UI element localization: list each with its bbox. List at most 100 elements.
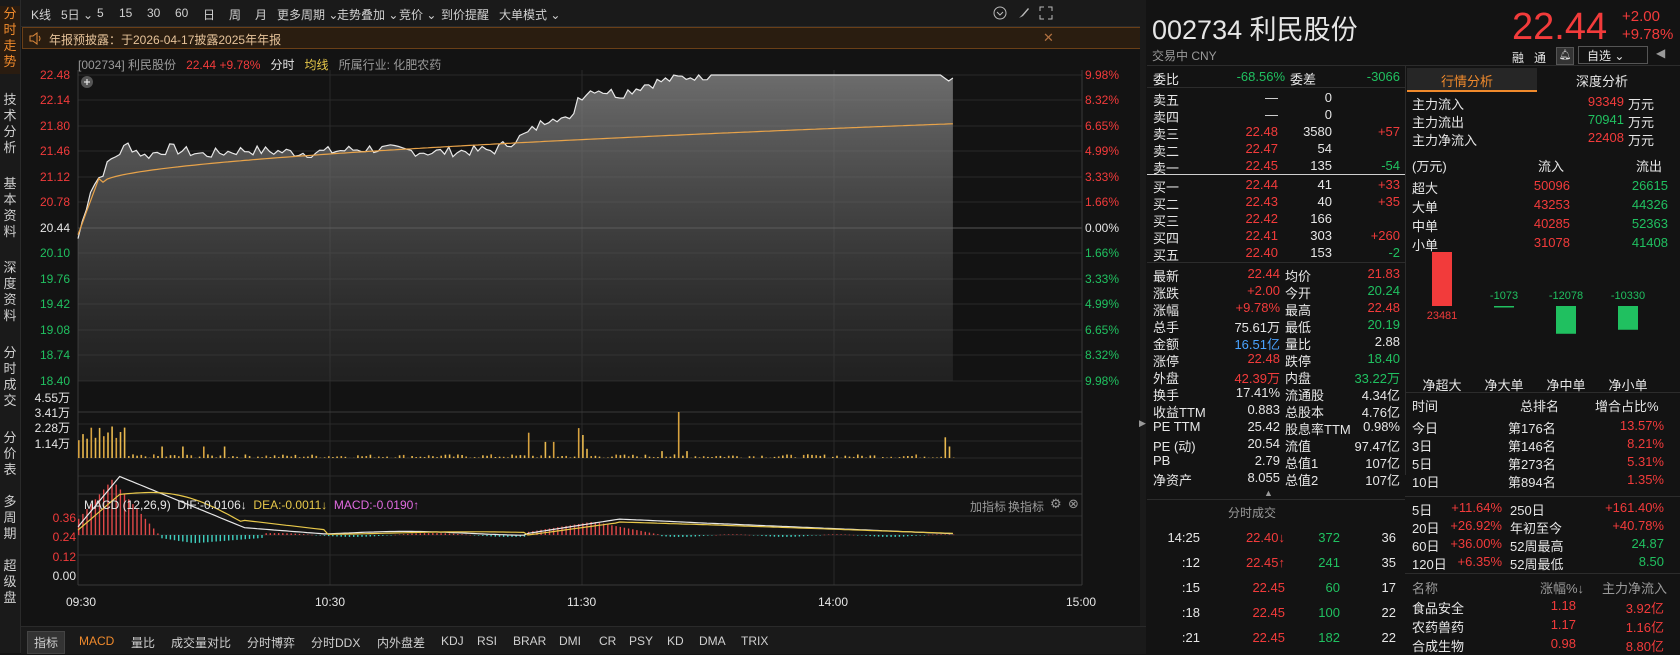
indicator-macd[interactable]: MACD <box>79 634 114 648</box>
tab-label: 行情分析 <box>1441 71 1493 90</box>
macd-bar <box>607 524 608 535</box>
time-tick: 14:00 <box>818 595 848 609</box>
volume-bar <box>386 457 388 458</box>
macd-bar <box>449 534 450 536</box>
volume-bar <box>849 457 851 458</box>
indicator-ddx[interactable]: 分时DDX <box>311 634 360 651</box>
volume-bar <box>261 457 263 458</box>
ob-price: 22.43 <box>1220 194 1278 209</box>
ob-change: +260 <box>1340 228 1400 243</box>
macd-bar <box>778 535 779 537</box>
macd-bar <box>136 509 137 535</box>
collapse-arrow-icon[interactable]: ▶ <box>1139 418 1146 429</box>
macd-tick: 0.12 <box>24 550 76 564</box>
volume-bar <box>924 457 926 458</box>
indicator-cr[interactable]: CR <box>599 634 616 648</box>
macd-bar <box>465 535 466 536</box>
volume-bar <box>524 455 526 458</box>
volume-bar <box>182 447 184 459</box>
volume-bar <box>761 456 763 458</box>
ob-price: 22.47 <box>1220 141 1278 156</box>
volume-bar <box>590 456 592 458</box>
trading-status: 交易中 CNY <box>1152 47 1217 64</box>
indicator-kd[interactable]: KD <box>667 634 684 648</box>
indicator-kdj[interactable]: KDJ <box>441 634 464 648</box>
volume-bar <box>440 456 442 458</box>
tick-price: 22.45 <box>1225 605 1285 620</box>
volume-bar <box>532 456 534 458</box>
volume-bar <box>836 456 838 458</box>
bell-icon[interactable]: 🔔︎ <box>1556 47 1574 65</box>
macd-bar <box>386 535 387 536</box>
macd-bar <box>299 534 300 535</box>
perf-label: 52周最低 <box>1510 554 1563 573</box>
watchlist-select[interactable]: 自选 ⌄ <box>1578 46 1648 64</box>
macd-bar <box>236 535 237 540</box>
rank-share: 5.31% <box>1600 454 1664 469</box>
indicator-vol-compare[interactable]: 成交量对比 <box>171 634 231 651</box>
macd-bar <box>928 535 929 536</box>
indicator-rsi[interactable]: RSI <box>477 634 497 648</box>
macd-bar <box>278 533 279 535</box>
volume-bar <box>161 447 163 459</box>
macd-bar <box>203 535 204 543</box>
volume-bar <box>424 457 426 458</box>
indicator-tab-label[interactable]: 指标 <box>27 631 65 654</box>
close-circle-icon[interactable]: ⊗ <box>1068 496 1079 512</box>
macd-bar <box>324 535 325 536</box>
collapse-up-icon[interactable]: ▲ <box>1264 488 1273 498</box>
rank-position: 第176名 <box>1508 418 1556 437</box>
volume-bar <box>311 455 313 458</box>
gear-icon[interactable]: ⚙ <box>1050 496 1062 512</box>
indicator-psy[interactable]: PSY <box>629 634 653 648</box>
indicator-dma[interactable]: DMA <box>699 634 726 648</box>
macd-bar <box>457 534 458 535</box>
rank-head: 时间 <box>1412 396 1438 415</box>
prev-arrow-icon[interactable]: ◀ <box>1656 46 1665 60</box>
macd-bar <box>220 535 221 541</box>
intraday-chart[interactable] <box>0 0 1146 626</box>
add-indicator-button[interactable]: 加指标 <box>970 498 1006 515</box>
macd-bar <box>828 535 829 536</box>
ticks-title: 分时成交 <box>1228 504 1276 521</box>
volume-bar <box>536 458 538 459</box>
macd-bar <box>245 535 246 539</box>
macd-bar <box>474 535 475 536</box>
swap-indicator-button[interactable]: 换指标 <box>1008 498 1044 515</box>
macd-bar <box>703 535 704 536</box>
volume-bar <box>861 456 863 458</box>
net-flow-value: -1073 <box>1480 290 1528 302</box>
indicator-liangbi[interactable]: 量比 <box>131 634 155 651</box>
indicator-boyi[interactable]: 分时博弈 <box>247 634 295 651</box>
panel-splitter[interactable] <box>1140 0 1146 626</box>
macd-bar <box>732 534 733 535</box>
macd-bar <box>932 535 933 536</box>
macd-header: MACD (12,26,9) DIF:-0.0106↓ DEA:-0.0011↓… <box>84 498 419 512</box>
volume-bar <box>186 455 188 458</box>
macd-bar <box>470 535 471 536</box>
volume-bar <box>274 455 276 458</box>
volume-bar <box>286 456 288 458</box>
tab-market-analysis[interactable]: 行情分析 <box>1407 68 1537 92</box>
perf-value: +161.40% <box>1600 500 1664 515</box>
volume-bar <box>870 456 872 459</box>
stat-value: 0.98% <box>1330 419 1400 434</box>
volume-bar <box>699 457 701 458</box>
macd-bar <box>645 532 646 535</box>
volume-bar <box>357 455 359 458</box>
volume-bar <box>378 457 380 459</box>
indicator-dmi[interactable]: DMI <box>559 634 581 648</box>
tab-deep-analysis[interactable]: 深度分析 <box>1540 68 1680 90</box>
indicator-brar[interactable]: BRAR <box>513 634 546 648</box>
volume-bar <box>570 458 572 459</box>
tong-badge[interactable]: 通 <box>1534 49 1546 66</box>
indicator-neiwai[interactable]: 内外盘差 <box>377 634 425 651</box>
macd-bar <box>120 490 121 536</box>
macd-bar <box>715 535 716 536</box>
macd-bar <box>890 535 891 537</box>
rong-badge[interactable]: 融 <box>1512 49 1524 66</box>
indicator-trix[interactable]: TRIX <box>741 634 768 648</box>
tab-label: 深度分析 <box>1576 71 1628 90</box>
macd-bar <box>328 535 329 536</box>
volume-bar <box>661 451 663 458</box>
